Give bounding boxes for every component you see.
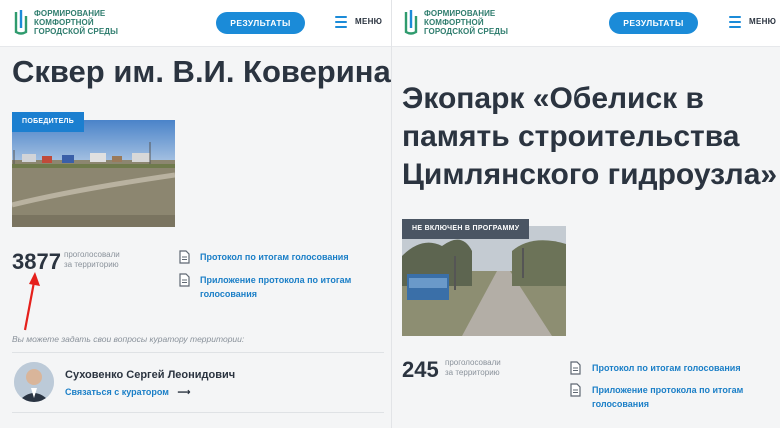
site-header: Формирование комфортной городской среды … xyxy=(0,0,391,47)
document-icon xyxy=(570,361,581,375)
page-title: Сквер им. В.И. Коверина. xyxy=(12,54,391,89)
page-title: Экопарк «Обелиск в память строительства … xyxy=(402,82,778,191)
territory-photo xyxy=(12,120,175,227)
results-button[interactable]: РЕЗУЛЬТАТЫ xyxy=(609,12,698,34)
results-button[interactable]: РЕЗУЛЬТАТЫ xyxy=(216,12,305,34)
votes-count: 245 xyxy=(402,357,439,382)
divider xyxy=(12,352,384,353)
curator-name: Суховенко Сергей Леонидович xyxy=(65,369,236,381)
logo-icon xyxy=(404,10,418,35)
protocol-appendix-link[interactable]: Приложение протокола по итогам голосован… xyxy=(200,273,351,301)
hamburger-icon xyxy=(335,16,347,31)
protocol-link[interactable]: Протокол по итогам голосования xyxy=(200,250,349,264)
status-badge-winner: ПОБЕДИТЕЛЬ xyxy=(12,112,85,132)
arrow-right-icon: ⟶ xyxy=(177,387,191,397)
project-card-excluded: Формирование комфортной городской среды … xyxy=(391,0,780,428)
annotation-arrow xyxy=(23,272,40,331)
logo-text: Формирование комфортной городской среды xyxy=(34,9,119,36)
site-header: Формирование комфортной городской среды … xyxy=(392,0,780,47)
logo-icon xyxy=(14,10,28,35)
menu-label: МЕНЮ xyxy=(749,17,777,26)
protocol-appendix-link[interactable]: Приложение протокола по итогам голосован… xyxy=(592,383,743,411)
menu-label: МЕНЮ xyxy=(355,17,383,26)
protocol-link[interactable]: Протокол по итогам голосования xyxy=(592,361,741,375)
curator-question-text: Вы можете задать свои вопросы куратору т… xyxy=(12,334,245,344)
contact-curator-link[interactable]: Связаться с куратором ⟶ xyxy=(65,387,190,398)
votes-caption: проголосовали за территорию xyxy=(445,358,501,377)
contact-curator-label: Связаться с куратором xyxy=(65,387,169,397)
document-icon xyxy=(179,273,190,287)
document-icon xyxy=(570,383,581,397)
votes-caption: проголосовали за территорию xyxy=(64,250,120,269)
status-badge-excluded: НЕ ВКЛЮЧЕН В ПРОГРАММУ xyxy=(402,219,530,239)
site-logo[interactable]: Формирование комфортной городской среды xyxy=(12,6,162,40)
document-icon xyxy=(179,250,190,264)
territory-photo xyxy=(402,226,566,336)
site-logo[interactable]: Формирование комфортной городской среды xyxy=(402,6,552,40)
project-card-winner: Формирование комфортной городской среды … xyxy=(0,0,391,428)
logo-text: Формирование комфортной городской среды xyxy=(424,9,509,36)
divider xyxy=(12,412,384,413)
hamburger-icon xyxy=(729,16,741,31)
curator-avatar xyxy=(14,362,54,402)
